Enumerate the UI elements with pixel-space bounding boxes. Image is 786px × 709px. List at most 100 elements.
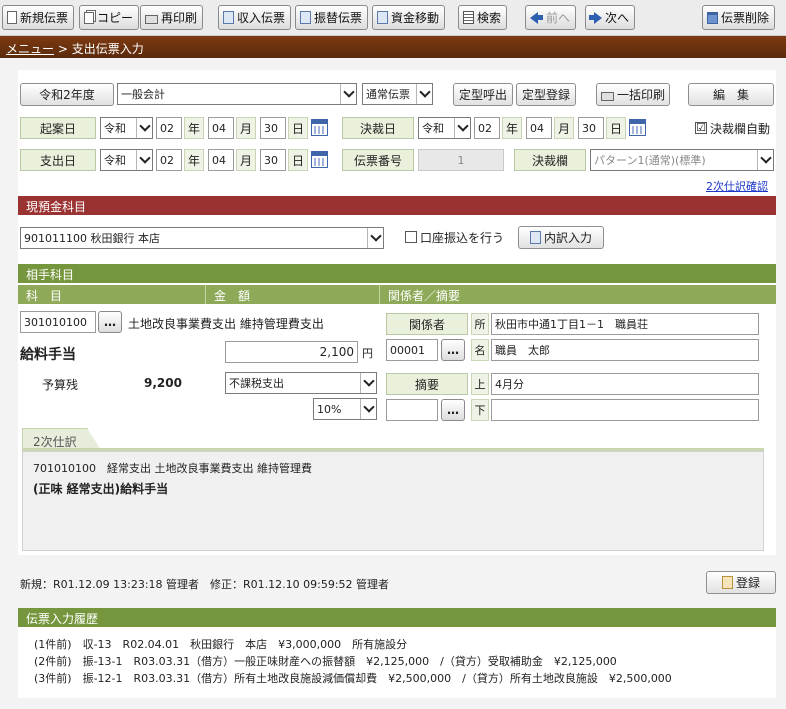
slip-type-select[interactable]: 通常伝票: [362, 83, 433, 105]
template-save-label: 定型登録: [521, 88, 570, 102]
fiscal-year-button[interactable]: 令和2年度: [20, 83, 114, 106]
draft-day-input[interactable]: 30: [260, 117, 286, 139]
secondary-entry-tab[interactable]: 2次仕訳: [22, 428, 101, 450]
year-unit: 年: [502, 117, 522, 139]
list-item[interactable]: (3件前) 振-12-1 R03.03.31（借方）所有土地改良施設減価償却費 …: [34, 670, 672, 687]
next-button[interactable]: 次へ: [585, 5, 636, 30]
bank-transfer-checkbox[interactable]: [405, 231, 417, 243]
payment-date-label: 支出日: [20, 149, 96, 171]
memo-lookup-button[interactable]: …: [441, 399, 465, 421]
draft-month-input[interactable]: 04: [208, 117, 234, 139]
memo-label: 摘要: [386, 373, 468, 395]
approval-month-input[interactable]: 04: [526, 117, 552, 139]
template-call-button[interactable]: 定型呼出: [453, 83, 513, 106]
batch-print-button[interactable]: 一括印刷: [596, 83, 670, 106]
memo-lower-input[interactable]: [491, 399, 759, 421]
draft-era-select[interactable]: 令和: [100, 117, 153, 139]
calendar-icon[interactable]: [629, 119, 646, 136]
amount-input[interactable]: 2,100: [225, 341, 358, 363]
payment-era-select[interactable]: 令和: [100, 149, 153, 171]
approval-day-value: 30: [582, 121, 596, 135]
transfer-slip-button[interactable]: 振替伝票: [295, 5, 369, 30]
calendar-icon[interactable]: [311, 119, 328, 136]
memo-upper-input[interactable]: 4月分: [491, 373, 759, 395]
copy-button[interactable]: コピー: [79, 5, 140, 30]
approval-pattern-select[interactable]: パターン1(通常)(標準): [590, 149, 774, 171]
payment-year-input[interactable]: 02: [156, 149, 182, 171]
calendar-icon[interactable]: [311, 151, 328, 168]
approval-month-value: 04: [530, 121, 544, 135]
approval-box-label: 決裁欄: [514, 149, 586, 171]
day-unit-text: 日: [609, 121, 622, 136]
list-item[interactable]: (2件前) 振-13-1 R03.03.31（借方）一般正味財産への振替額 ¥2…: [34, 653, 672, 670]
party-code-value: 00001: [390, 343, 425, 357]
chevron-down-icon: [136, 118, 152, 138]
document-icon: [7, 11, 17, 24]
year-unit: 年: [184, 117, 204, 139]
income-slip-button[interactable]: 収入伝票: [218, 5, 292, 30]
register-label: 登録: [735, 576, 760, 590]
fund-move-icon: [377, 11, 388, 24]
cash-account-select[interactable]: 901011100 秋田銀行 本店: [20, 227, 384, 249]
approval-year-input[interactable]: 02: [474, 117, 500, 139]
draft-date-label-text: 起案日: [39, 121, 76, 136]
subject-code-input[interactable]: 301010100: [20, 311, 96, 333]
approval-day-input[interactable]: 30: [578, 117, 604, 139]
draft-year-value: 02: [160, 121, 174, 135]
tax-rate-select[interactable]: 10%: [313, 398, 377, 420]
list-item[interactable]: (1件前) 収-13 R02.04.01 秋田銀行 本店 ¥3,000,000 …: [34, 636, 672, 653]
payment-day-input[interactable]: 30: [260, 149, 286, 171]
address-input[interactable]: 秋田市中通1丁目1－1 職員荘: [491, 313, 759, 335]
printer-icon: [600, 91, 614, 101]
template-save-button[interactable]: 定型登録: [516, 83, 576, 106]
party-code-input[interactable]: 00001: [386, 339, 438, 361]
accounting-select[interactable]: 一般会計: [117, 83, 357, 105]
party-label: 関係者: [386, 313, 468, 335]
modified-info: 修正：R01.12.10 09:59:52 管理者: [210, 578, 390, 591]
auto-approval-checkbox[interactable]: ☑: [695, 122, 707, 134]
printer-icon: [145, 14, 158, 24]
created-info: 新規：R01.12.09 13:23:18 管理者: [20, 578, 200, 591]
party-name-input[interactable]: 職員 太郎: [491, 339, 759, 361]
draft-year-input[interactable]: 02: [156, 117, 182, 139]
approval-era-select[interactable]: 令和: [418, 117, 471, 139]
address-prefix: 所: [471, 313, 489, 335]
search-button[interactable]: 検索: [458, 5, 508, 30]
prev-button[interactable]: 前へ: [525, 5, 577, 30]
draft-month-value: 04: [212, 121, 226, 135]
reprint-button[interactable]: 再印刷: [140, 5, 204, 30]
edit-button[interactable]: 編 集: [688, 83, 774, 106]
tax-rate-value: 10%: [317, 402, 342, 416]
payment-month-input[interactable]: 04: [208, 149, 234, 171]
register-button[interactable]: 登録: [706, 571, 776, 594]
party-lookup-button[interactable]: …: [441, 339, 465, 361]
breadcrumb-menu-link[interactable]: メニュー: [6, 42, 54, 56]
year-unit-text: 年: [187, 153, 200, 168]
payment-year-value: 02: [160, 153, 174, 167]
yen-unit: 円: [362, 347, 373, 360]
day-unit-text: 日: [291, 153, 304, 168]
year-unit: 年: [184, 149, 204, 171]
secondary-entry-line1: 701010100 経常支出 土地改良事業費支出 維持管理費: [33, 462, 312, 475]
slip-number-field: 1: [418, 149, 504, 171]
breakdown-button[interactable]: 内訳入力: [518, 226, 604, 249]
trash-icon: [707, 11, 718, 24]
transfer-slip-icon: [300, 11, 311, 24]
new-slip-button[interactable]: 新規伝票: [2, 5, 75, 30]
tax-type-select[interactable]: 不課税支出: [225, 372, 377, 394]
slip-history-panel: 伝票入力履歴 (1件前) 収-13 R02.04.01 秋田銀行 本店 ¥3,0…: [18, 608, 776, 698]
memo-code-input[interactable]: [386, 399, 438, 421]
address-prefix-text: 所: [474, 318, 486, 331]
delete-slip-label: 伝票削除: [721, 11, 770, 25]
cash-account-header: 現預金科目: [18, 196, 776, 215]
fund-move-button[interactable]: 資金移動: [372, 5, 446, 30]
secondary-entry-link[interactable]: 2次仕訳確認: [706, 178, 768, 194]
day-unit: 日: [606, 117, 626, 139]
delete-slip-button[interactable]: 伝票削除: [702, 5, 776, 30]
accounting-value: 一般会計: [121, 88, 165, 101]
approval-pattern-value: パターン1(通常)(標準): [594, 154, 706, 167]
memo-lower-prefix: 下: [471, 399, 489, 421]
memo-upper-prefix: 上: [471, 373, 489, 395]
subject-lookup-button[interactable]: …: [98, 311, 122, 333]
secondary-entry-line2: (正味 経常支出)給料手当: [33, 482, 169, 496]
